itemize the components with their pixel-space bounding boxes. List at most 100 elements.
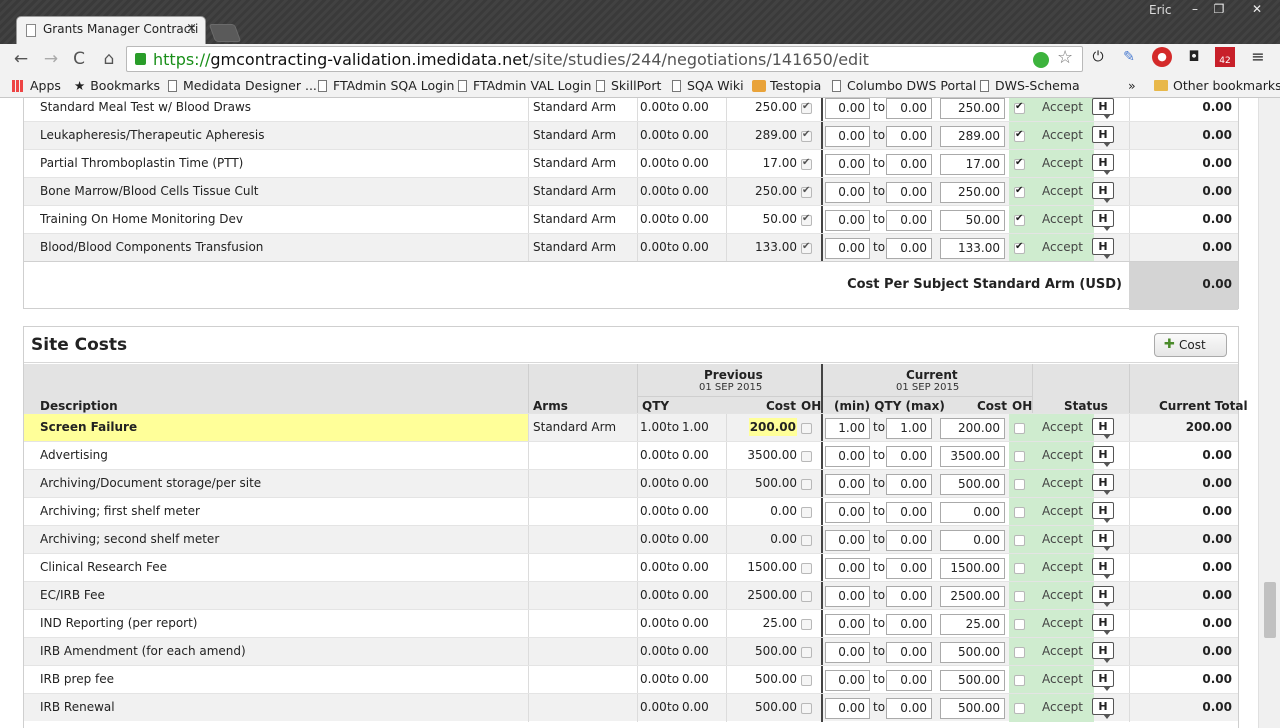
history-button[interactable]: H [1092,182,1114,203]
status-accept[interactable]: Accept [1042,666,1083,694]
minimize-icon[interactable]: – [1184,2,1206,16]
history-button[interactable]: H [1092,446,1114,467]
window-close-icon[interactable]: ✕ [1246,2,1268,16]
cur-qty-max-input[interactable]: 0.00 [886,670,932,691]
cur-qty-min-input[interactable]: 0.00 [825,558,870,579]
cur-oh-checkbox[interactable] [1014,423,1025,434]
cur-qty-max-input[interactable]: 0.00 [886,698,932,719]
cur-cost-input[interactable]: 289.00 [940,126,1005,147]
cur-oh-checkbox[interactable] [1014,563,1025,574]
cur-oh-checkbox[interactable] [1014,675,1025,686]
cur-qty-min-input[interactable]: 0.00 [825,586,870,607]
back-arrow-icon[interactable]: ← [10,48,32,70]
cur-qty-max-input[interactable]: 1.00 [886,418,932,439]
bookmark-dws-schema[interactable]: DWS-Schema [980,78,1080,93]
new-tab-button[interactable] [208,24,242,42]
glasses-extension-icon[interactable]: ◘ [1184,47,1204,67]
history-button[interactable]: H [1092,210,1114,231]
status-accept[interactable]: Accept [1042,498,1083,526]
cur-oh-checkbox[interactable] [1014,703,1025,714]
status-accept[interactable]: Accept [1042,414,1083,442]
status-accept[interactable]: Accept [1042,610,1083,638]
cur-qty-min-input[interactable]: 0.00 [825,530,870,551]
adblock-icon[interactable]: ● [1152,47,1172,67]
cur-qty-max-input[interactable]: 0.00 [886,446,932,467]
cur-cost-input[interactable]: 250.00 [940,182,1005,203]
cur-qty-min-input[interactable]: 0.00 [825,614,870,635]
cur-qty-min-input[interactable]: 0.00 [825,502,870,523]
cur-qty-max-input[interactable]: 0.00 [886,642,932,663]
cur-oh-checkbox[interactable] [1014,241,1025,254]
cur-cost-input[interactable]: 0.00 [940,502,1005,523]
cur-qty-max-input[interactable]: 0.00 [886,558,932,579]
cur-qty-min-input[interactable]: 0.00 [825,154,870,175]
cur-qty-max-input[interactable]: 0.00 [886,98,932,119]
bookmark-ftadmin-sqa[interactable]: FTAdmin SQA Login [318,78,454,93]
page-scrollbar[interactable] [1258,98,1280,728]
other-bookmarks[interactable]: Other bookmarks [1154,78,1280,93]
status-accept[interactable]: Accept [1042,122,1083,150]
cur-oh-checkbox[interactable] [1014,479,1025,490]
status-accept[interactable]: Accept [1042,470,1083,498]
cur-cost-input[interactable]: 50.00 [940,210,1005,231]
tab-close-icon[interactable]: × [186,21,197,36]
cur-qty-min-input[interactable]: 0.00 [825,642,870,663]
bookmark-columbo-dws[interactable]: Columbo DWS Portal [832,78,976,93]
history-button[interactable]: H [1092,502,1114,523]
cur-qty-max-input[interactable]: 0.00 [886,614,932,635]
cur-oh-checkbox[interactable] [1014,507,1025,518]
cur-cost-input[interactable]: 17.00 [940,154,1005,175]
cur-cost-input[interactable]: 3500.00 [940,446,1005,467]
cur-qty-min-input[interactable]: 0.00 [825,446,870,467]
cur-cost-input[interactable]: 1500.00 [940,558,1005,579]
cur-cost-input[interactable]: 500.00 [940,642,1005,663]
cur-qty-max-input[interactable]: 0.00 [886,126,932,147]
cur-qty-min-input[interactable]: 0.00 [825,698,870,719]
status-accept[interactable]: Accept [1042,178,1083,206]
cur-oh-checkbox[interactable] [1014,157,1025,170]
history-button[interactable]: H [1092,642,1114,663]
status-accept[interactable]: Accept [1042,98,1083,122]
status-accept[interactable]: Accept [1042,234,1083,262]
bookmark-testopia[interactable]: Testopia [752,78,821,93]
cur-qty-min-input[interactable]: 0.00 [825,182,870,203]
cur-oh-checkbox[interactable] [1014,129,1025,142]
status-accept[interactable]: Accept [1042,582,1083,610]
cur-qty-max-input[interactable]: 0.00 [886,586,932,607]
forward-arrow-icon[interactable]: → [40,48,62,70]
cur-cost-input[interactable]: 500.00 [940,474,1005,495]
history-button[interactable]: H [1092,418,1114,439]
cur-cost-input[interactable]: 25.00 [940,614,1005,635]
add-cost-button[interactable]: ✚ Cost [1154,333,1227,357]
history-button[interactable]: H [1092,474,1114,495]
reload-icon[interactable]: C [68,48,90,70]
browser-tab[interactable]: Grants Manager Contracti × [16,16,206,44]
power-icon[interactable]: ⏻ [1088,47,1108,67]
cur-oh-checkbox[interactable] [1014,213,1025,226]
address-bar[interactable]: https://gmcontracting-validation.imedida… [126,46,1083,72]
cur-oh-checkbox[interactable] [1014,451,1025,462]
cur-qty-min-input[interactable]: 0.00 [825,670,870,691]
cur-cost-input[interactable]: 133.00 [940,238,1005,259]
bookmark-apps[interactable]: Apps [12,78,61,93]
status-accept[interactable]: Accept [1042,150,1083,178]
status-accept[interactable]: Accept [1042,638,1083,666]
status-accept[interactable]: Accept [1042,206,1083,234]
cur-qty-max-input[interactable]: 0.00 [886,238,932,259]
cur-qty-min-input[interactable]: 1.00 [825,418,870,439]
cur-oh-checkbox[interactable] [1014,185,1025,198]
menu-icon[interactable]: ≡ [1248,47,1268,67]
notes-extension-icon[interactable]: ✎ [1119,47,1139,67]
cur-qty-max-input[interactable]: 0.00 [886,182,932,203]
cur-cost-input[interactable]: 2500.00 [940,586,1005,607]
cur-cost-input[interactable]: 200.00 [940,418,1005,439]
extension-badge-icon[interactable]: 42 [1215,47,1235,67]
history-button[interactable]: H [1092,238,1114,259]
cur-qty-max-input[interactable]: 0.00 [886,502,932,523]
cur-oh-checkbox[interactable] [1014,619,1025,630]
cur-qty-min-input[interactable]: 0.00 [825,98,870,119]
cur-qty-max-input[interactable]: 0.00 [886,530,932,551]
cur-cost-input[interactable]: 0.00 [940,530,1005,551]
cur-oh-checkbox[interactable] [1014,647,1025,658]
bookmark-ftadmin-val[interactable]: FTAdmin VAL Login [458,78,591,93]
